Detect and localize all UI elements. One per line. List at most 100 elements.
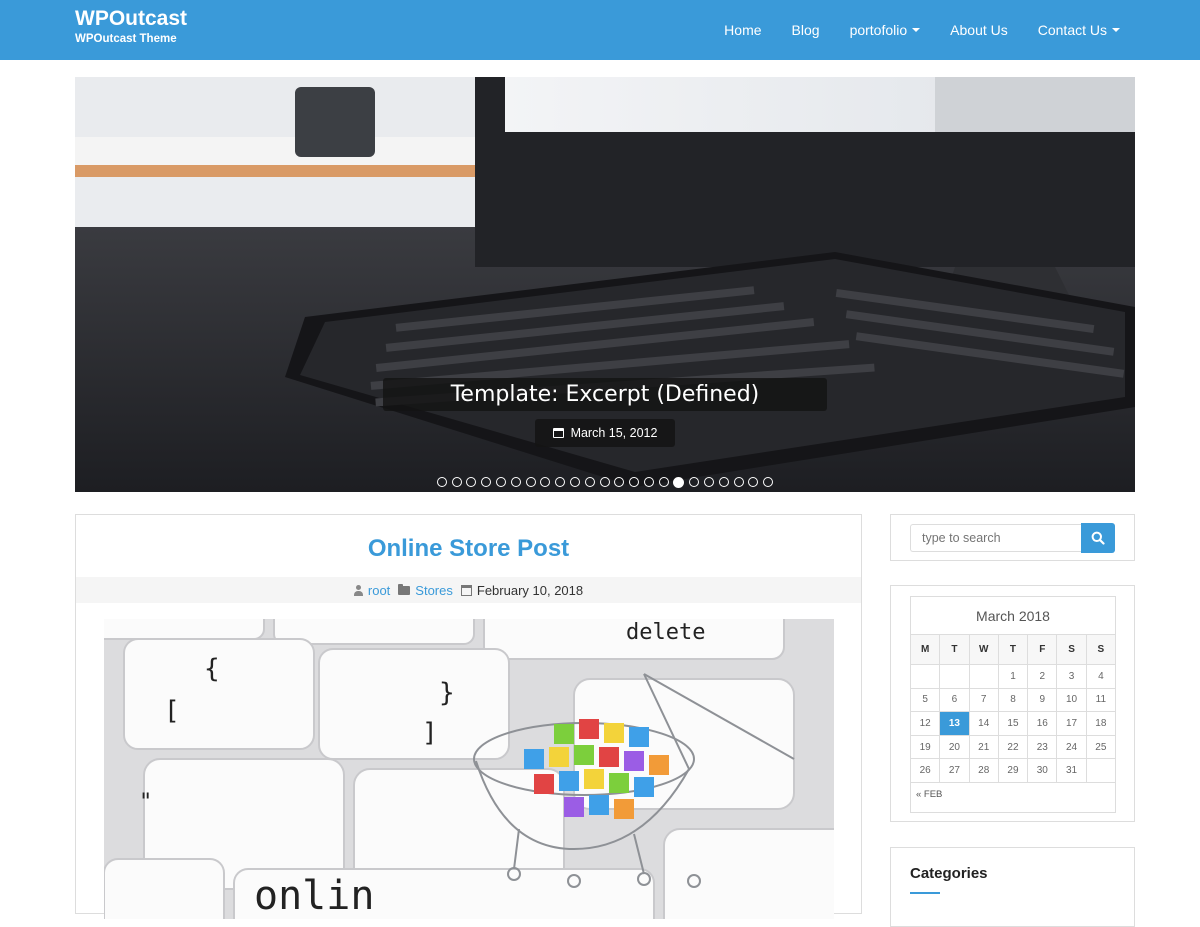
calendar-week-row: 26 27 28 29 30 31 — [909, 758, 1117, 783]
calendar-day: 2 — [1027, 664, 1058, 689]
nav-home[interactable]: Home — [724, 22, 761, 38]
nav-label: Blog — [791, 22, 820, 38]
calendar-day: 20 — [939, 734, 970, 760]
brand[interactable]: WPOutcast WPOutcast Theme — [75, 6, 187, 46]
folder-icon — [398, 583, 411, 595]
slider-dot[interactable] — [584, 477, 595, 487]
slider-dot[interactable] — [658, 477, 669, 487]
post-author-link[interactable]: root — [368, 583, 390, 598]
nav-blog[interactable]: Blog — [792, 22, 820, 38]
calendar-empty-cell — [968, 664, 999, 689]
nav-label: Contact Us — [1037, 22, 1107, 38]
calendar-day: 3 — [1056, 664, 1087, 689]
slider-dot[interactable] — [703, 477, 714, 487]
calendar-day: 4 — [1085, 664, 1117, 689]
slider-dot[interactable] — [569, 477, 580, 487]
svg-text:{: { — [204, 654, 220, 684]
calendar-day: 31 — [1056, 758, 1087, 783]
slide-caption-date: March 15, 2012 — [535, 419, 675, 447]
slide-caption-title[interactable]: Template: Excerpt (Defined) — [383, 378, 827, 411]
slider-dot[interactable] — [673, 476, 685, 488]
post-card: Online Store Post root Stores February 1… — [75, 514, 862, 919]
slider-dot[interactable] — [718, 477, 729, 487]
weekday-header: F — [1027, 634, 1058, 665]
slider-dot[interactable] — [763, 477, 774, 487]
slider-dot[interactable] — [496, 477, 507, 487]
calendar-day: 18 — [1085, 711, 1117, 736]
key-delete-label: delete — [626, 620, 705, 645]
main-nav: Home Blog portofolio About Us Contact Us — [694, 0, 1120, 60]
slider-dot[interactable] — [466, 477, 477, 487]
slider-dot[interactable] — [525, 477, 536, 487]
calendar-day: 24 — [1056, 734, 1087, 760]
slider-dot[interactable] — [748, 477, 759, 487]
site-title[interactable]: WPOutcast — [75, 6, 187, 32]
nav-label: Home — [724, 22, 762, 38]
nav-portofolio[interactable]: portofolio — [850, 22, 921, 38]
search-input[interactable] — [910, 524, 1082, 552]
svg-text:onlin: onlin — [254, 873, 374, 919]
calendar-caption: March 2018 — [910, 596, 1116, 634]
calendar-day: 1 — [997, 664, 1029, 689]
categories-widget: Categories — [890, 847, 1135, 927]
calendar-day: 10 — [1056, 687, 1087, 713]
slider-dot[interactable] — [436, 477, 447, 487]
slider-dot[interactable] — [599, 477, 610, 487]
post-meta: root Stores February 10, 2018 — [76, 577, 861, 603]
slider-dot[interactable] — [555, 477, 566, 487]
slider-dot[interactable] — [689, 477, 700, 487]
nav-about-us[interactable]: About Us — [950, 22, 1008, 38]
calendar-day: 5 — [909, 687, 941, 713]
caret-down-icon — [912, 28, 921, 32]
post-category-link[interactable]: Stores — [415, 583, 453, 598]
slider-dot[interactable] — [540, 477, 551, 487]
slider-dot[interactable] — [481, 477, 492, 487]
calendar-prev-month-link[interactable]: « FEB — [910, 783, 1116, 813]
slider-dot[interactable] — [614, 477, 625, 487]
categories-title: Categories — [910, 865, 988, 882]
calendar-day: 14 — [968, 711, 999, 736]
nav-label: About Us — [950, 22, 1008, 38]
calendar-empty-cell — [909, 664, 941, 689]
calendar-day: 16 — [1027, 711, 1058, 736]
calendar-day: 12 — [909, 711, 941, 736]
svg-text:[: [ — [164, 696, 180, 726]
calendar-day: 30 — [1027, 758, 1058, 783]
slider-dot[interactable] — [733, 477, 744, 487]
calendar-day: 26 — [909, 758, 941, 783]
calendar-week-row: 12 13 14 15 16 17 18 — [909, 711, 1117, 736]
slider-pagination — [75, 476, 1135, 488]
calendar-icon — [460, 584, 472, 596]
calendar-day: 27 — [939, 758, 970, 783]
calendar-week-row: 19 20 21 22 23 24 25 — [909, 734, 1117, 760]
calendar-week-row: 1234 — [909, 664, 1117, 689]
calendar-day: 13 — [939, 711, 970, 736]
post-title[interactable]: Online Store Post — [76, 535, 861, 563]
calendar-day: 29 — [997, 758, 1029, 783]
keyboard-shopping-cart-image: delete { [ } ] " onlin — [104, 619, 834, 919]
weekday-header: S — [1056, 634, 1087, 665]
slider-dot[interactable] — [643, 477, 654, 487]
caret-down-icon — [1112, 28, 1120, 32]
calendar-empty-cell — [939, 664, 970, 689]
title-underline — [910, 892, 940, 894]
weekday-header: T — [939, 634, 970, 665]
calendar-day: 25 — [1085, 734, 1117, 760]
search-button[interactable] — [1081, 523, 1115, 553]
calendar-week-row: 5 6 7 8 9 10 11 — [909, 687, 1117, 713]
nav-contact-us[interactable]: Contact Us — [1038, 22, 1120, 38]
calendar-day: 15 — [997, 711, 1029, 736]
svg-text:]: ] — [422, 718, 438, 748]
hero-slider[interactable]: Template: Excerpt (Defined) March 15, 20… — [75, 77, 1135, 492]
slider-dot[interactable] — [451, 477, 462, 487]
calendar-day: 11 — [1085, 687, 1117, 713]
calendar-day: 21 — [968, 734, 999, 760]
calendar-widget: March 2018 MTWTFSS 1 2 3 4 5 6 7 8 9 10 11 12 13 14 15… — [890, 585, 1135, 822]
slider-dot[interactable] — [629, 477, 640, 487]
calendar-icon — [552, 428, 564, 438]
calendar-day: 28 — [968, 758, 999, 783]
slide-date-text: March 15, 2012 — [570, 426, 658, 440]
calendar-empty-cell — [1085, 758, 1117, 783]
post-featured-image[interactable]: delete { [ } ] " onlin — [104, 619, 834, 919]
slider-dot[interactable] — [510, 477, 521, 487]
